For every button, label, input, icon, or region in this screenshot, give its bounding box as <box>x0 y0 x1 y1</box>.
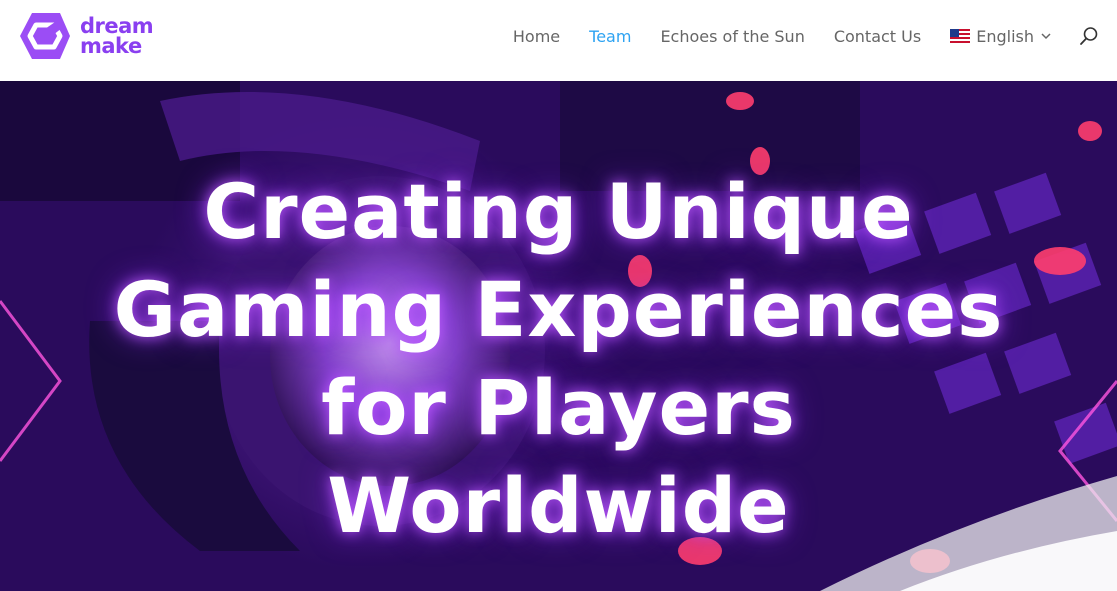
nav-item-contact-us[interactable]: Contact Us <box>834 27 921 46</box>
hero-title-line-2: Gaming Experiences <box>113 265 1004 354</box>
language-selector[interactable]: English <box>950 27 1052 46</box>
main-nav: Home Team Echoes of the Sun Contact Us E… <box>513 0 1117 72</box>
hero-section: Creating Unique Gaming Experiences for P… <box>0 81 1117 591</box>
hero-title-line-1: Creating Unique <box>203 167 914 256</box>
logo-wordmark: dream make <box>80 14 154 58</box>
hero-title-line-4: Worldwide <box>327 461 790 550</box>
nav-item-team[interactable]: Team <box>589 27 631 46</box>
language-label: English <box>976 26 1034 46</box>
site-header: dream make Home Team Echoes of the Sun C… <box>0 0 1117 81</box>
nav-item-echoes-of-the-sun[interactable]: Echoes of the Sun <box>660 27 804 46</box>
nav-item-home[interactable]: Home <box>513 27 560 46</box>
logo-line-1: dream <box>80 14 154 38</box>
hero-title-line-3: for Players <box>321 363 796 452</box>
site-logo[interactable]: dream make <box>18 10 154 62</box>
hexagon-logo-icon <box>20 13 70 59</box>
us-flag-icon <box>950 29 971 43</box>
hero-title: Creating Unique Gaming Experiences for P… <box>0 163 1117 555</box>
search-icon[interactable] <box>1079 26 1099 46</box>
logo-line-2: make <box>80 34 142 58</box>
chevron-down-icon <box>1041 33 1051 40</box>
